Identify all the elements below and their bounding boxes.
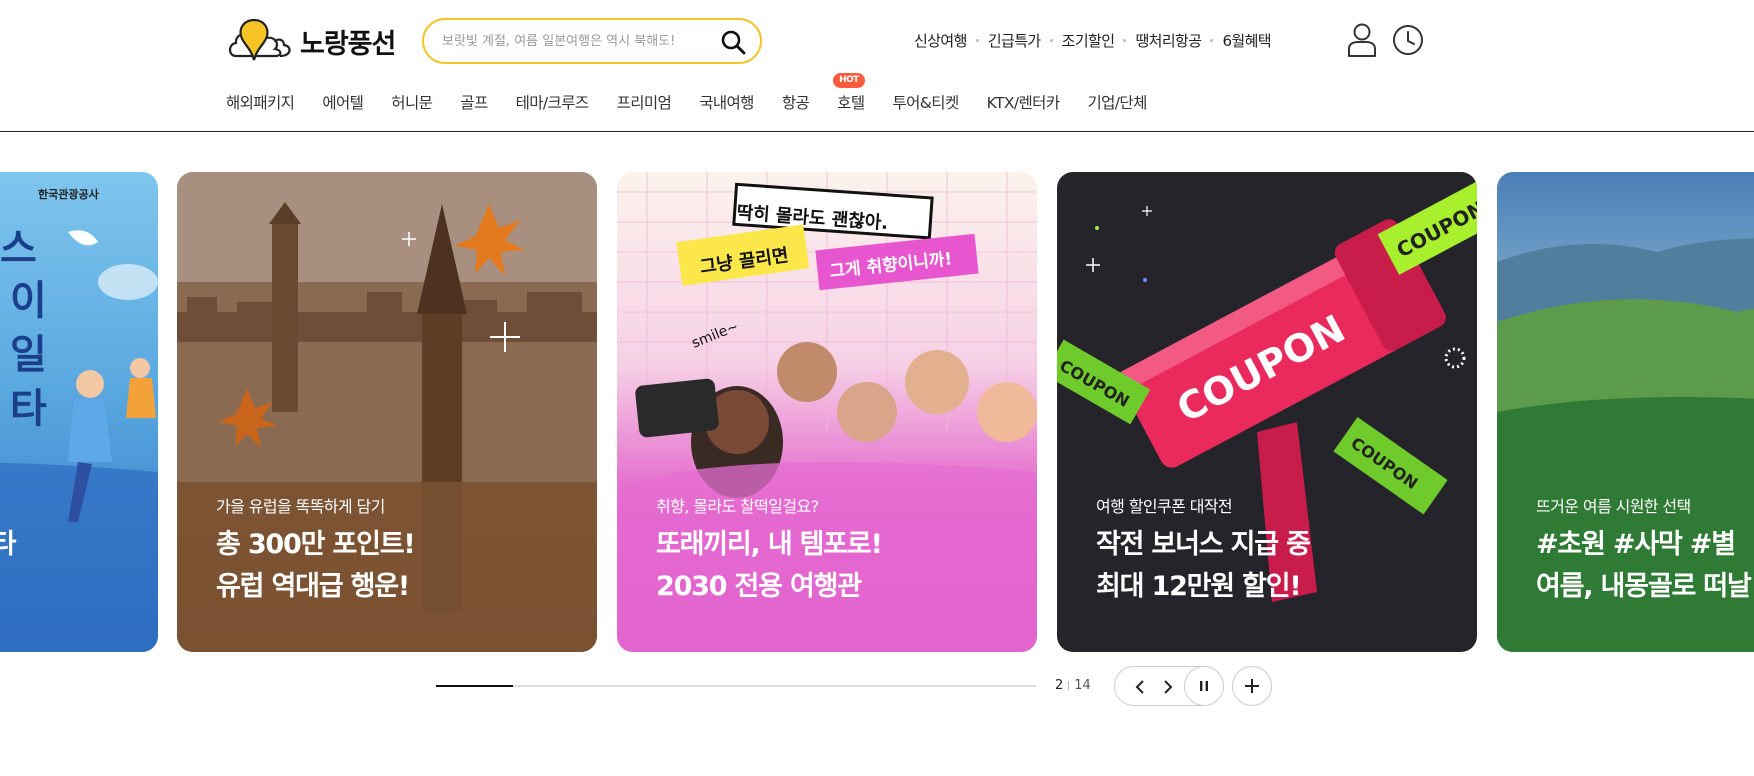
gnb-golf[interactable]: 골프	[460, 91, 488, 113]
banner-title-line2: 최대 12만원 할인!	[1096, 571, 1302, 602]
logo-text: 노랑풍선	[300, 28, 396, 60]
gnb-tour-ticket[interactable]: 투어&티켓	[892, 91, 959, 113]
user-icon[interactable]	[1346, 22, 1378, 58]
banner-title: 스타	[0, 524, 16, 566]
svg-text:일: 일	[10, 332, 47, 378]
counter-separator	[1068, 681, 1070, 690]
sticker-text: smile~	[690, 319, 741, 352]
search-icon[interactable]	[720, 29, 746, 55]
chevron-right-icon[interactable]	[1157, 677, 1177, 697]
gnb-hotel-label: 호텔	[837, 94, 865, 112]
plus-icon[interactable]	[1232, 666, 1272, 706]
svg-text:스: 스	[0, 226, 37, 272]
separator-dot	[1123, 38, 1127, 42]
banner-title-line2: 2030 전용 여행관	[656, 571, 862, 602]
banner-title-line2: 유럽 역대급 행운!	[216, 571, 410, 602]
quick-link-urgent[interactable]: 긴급특가	[988, 30, 1041, 51]
banner-title-line2: 여름, 내몽골로 떠날	[1536, 571, 1752, 602]
main-navigation: 해외패키지 에어텔 허니문 골프 테마/크루즈 프리미엄 국내여행 항공 HOT…	[226, 73, 1175, 114]
quick-links: 신상여행 긴급특가 조기할인 땡처리항공 6월혜택	[914, 28, 1272, 52]
search-box	[422, 18, 762, 64]
separator-dot	[1210, 38, 1214, 42]
banner-subtitle: 가을 유럽을 똑똑하게 담기	[216, 497, 385, 516]
pause-icon[interactable]	[1184, 666, 1224, 706]
banner-card-mongolia[interactable]: 뜨거운 여름 시원한 선택 #초원 #사막 #별여름, 내몽골로 떠날	[1497, 172, 1754, 652]
slide-total: 14	[1074, 678, 1091, 693]
slider-progress-bar[interactable]	[436, 685, 1036, 687]
banner-subtitle: 여행 할인쿠폰 대작전	[1096, 497, 1233, 516]
banner-subtitle: 뜨거운 여름 시원한 선택	[1536, 497, 1691, 516]
banner-title-line1: #초원 #사막 #별	[1536, 529, 1736, 560]
banner-card-korea-tourism[interactable]: 스 이 일 타 한국관광공사 스타	[0, 172, 158, 652]
banner-title-line1: 총 300만 포인트!	[216, 529, 416, 560]
banner-title: 또래끼리, 내 템포로! 2030 전용 여행관	[656, 524, 883, 608]
slider-progress-fill	[436, 685, 514, 687]
banner-title: #초원 #사막 #별여름, 내몽골로 떠날	[1536, 524, 1752, 608]
gnb-corporate-group[interactable]: 기업/단체	[1087, 91, 1147, 113]
banner-card-coupon[interactable]: COUPON COUPON COUPON COUPON 여행 할인쿠폰 대작전 …	[1057, 172, 1477, 652]
hot-badge: HOT	[833, 73, 865, 88]
banner-card-2030[interactable]: 딱히 몰라도 괜찮아. 그냥 끌리면 그게 취향이니까! smile~ 취향, …	[617, 172, 1037, 652]
slide-current: 2	[1055, 678, 1064, 693]
quick-link-early[interactable]: 조기할인	[1062, 30, 1115, 51]
slide-counter: 2 14	[1055, 678, 1091, 693]
svg-text:이: 이	[10, 278, 47, 324]
gnb-hotel[interactable]: HOT 호텔	[833, 73, 865, 113]
svg-text:타: 타	[10, 386, 47, 432]
banner-illustration: 스 이 일 타	[0, 226, 158, 652]
quick-link-june-benefit[interactable]: 6월혜택	[1222, 30, 1271, 51]
gnb-premium[interactable]: 프리미엄	[617, 91, 672, 113]
gnb-overseas-package[interactable]: 해외패키지	[226, 91, 295, 113]
gnb-theme-cruise[interactable]: 테마/크루즈	[516, 91, 590, 113]
korea-tourism-brand: 한국관광공사	[38, 188, 99, 201]
gnb-airtel[interactable]: 에어텔	[322, 91, 364, 113]
quick-link-new[interactable]: 신상여행	[914, 30, 967, 51]
chevron-left-icon[interactable]	[1131, 677, 1151, 697]
gnb-air[interactable]: 항공	[782, 91, 810, 113]
logo[interactable]: 노랑풍선	[226, 18, 396, 64]
banner-title-line: 스타	[0, 529, 16, 560]
quick-link-lastminute-air[interactable]: 땡처리항공	[1135, 30, 1202, 51]
banner-title-line1: 또래끼리, 내 템포로!	[656, 529, 883, 560]
search-input[interactable]	[442, 30, 712, 52]
banner-subtitle: 취향, 몰라도 찰떡일걸요?	[656, 497, 819, 516]
banner-slider: 스 이 일 타 한국관광공사 스타	[0, 172, 1754, 652]
banner-title: 총 300만 포인트! 유럽 역대급 행운!	[216, 524, 416, 608]
separator-dot	[975, 38, 979, 42]
site-header: 노랑풍선 신상여행 긴급특가 조기할인 땡처리항공 6월혜택 해외패키지 에어텔…	[0, 0, 1754, 132]
clock-icon[interactable]	[1392, 24, 1424, 56]
gnb-ktx-rentcar[interactable]: KTX/렌터카	[987, 91, 1060, 113]
banner-title: 작전 보너스 지급 중최대 12만원 할인!	[1096, 524, 1311, 608]
yellow-balloon-cloud-icon	[226, 18, 298, 64]
gnb-domestic[interactable]: 국내여행	[699, 91, 754, 113]
separator-dot	[1049, 38, 1053, 42]
gnb-honeymoon[interactable]: 허니문	[391, 91, 433, 113]
banner-title-line1: 작전 보너스 지급 중	[1096, 529, 1311, 560]
banner-card-europe[interactable]: 가을 유럽을 똑똑하게 담기 총 300만 포인트! 유럽 역대급 행운!	[177, 172, 597, 652]
